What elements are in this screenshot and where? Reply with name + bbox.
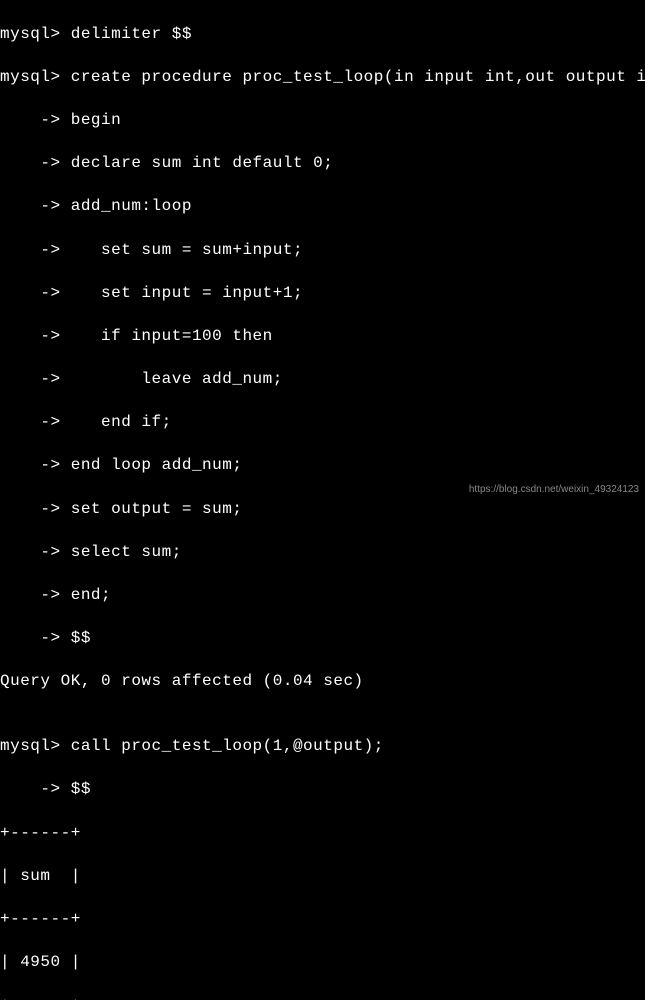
cmd-line: mysql> call proc_test_loop(1,@output); bbox=[0, 736, 645, 758]
result-line: Query OK, 0 rows affected (0.04 sec) bbox=[0, 671, 645, 693]
cmd-line: -> $$ bbox=[0, 628, 645, 650]
prompt-cont: -> bbox=[0, 241, 71, 259]
prompt-cont: -> bbox=[0, 370, 71, 388]
cmd-line: -> select sum; bbox=[0, 542, 645, 564]
cmd-text: set output = sum; bbox=[71, 500, 243, 518]
prompt-cont: -> bbox=[0, 586, 71, 604]
watermark-text: https://blog.csdn.net/weixin_49324123 bbox=[469, 483, 639, 497]
cmd-text: call proc_test_loop(1,@output); bbox=[71, 737, 384, 755]
cmd-text: set sum = sum+input; bbox=[71, 241, 303, 259]
cmd-text: create procedure proc_test_loop(in input… bbox=[71, 68, 645, 86]
cmd-text: declare sum int default 0; bbox=[71, 154, 334, 172]
cmd-line: -> end loop add_num; bbox=[0, 455, 645, 477]
prompt-cont: -> bbox=[0, 327, 71, 345]
table-border: +------+ bbox=[0, 995, 645, 1000]
table-border: +------+ bbox=[0, 823, 645, 845]
cmd-line: -> set sum = sum+input; bbox=[0, 240, 645, 262]
prompt: mysql> bbox=[0, 68, 71, 86]
prompt: mysql> bbox=[0, 737, 71, 755]
cmd-line: mysql> create procedure proc_test_loop(i… bbox=[0, 67, 645, 89]
table-header: | sum | bbox=[0, 866, 645, 888]
table-border: +------+ bbox=[0, 909, 645, 931]
table-row: | 4950 | bbox=[0, 952, 645, 974]
cmd-line: -> add_num:loop bbox=[0, 196, 645, 218]
cmd-line: -> begin bbox=[0, 110, 645, 132]
cmd-text: end loop add_num; bbox=[71, 456, 243, 474]
cmd-line: -> leave add_num; bbox=[0, 369, 645, 391]
cmd-line: -> declare sum int default 0; bbox=[0, 153, 645, 175]
cmd-text: end if; bbox=[71, 413, 172, 431]
cmd-text: leave add_num; bbox=[71, 370, 283, 388]
prompt-cont: -> bbox=[0, 456, 71, 474]
prompt-cont: -> bbox=[0, 500, 71, 518]
cmd-line: -> if input=100 then bbox=[0, 326, 645, 348]
prompt-cont: -> bbox=[0, 111, 71, 129]
terminal-output[interactable]: mysql> delimiter $$ mysql> create proced… bbox=[0, 2, 645, 1000]
prompt-cont: -> bbox=[0, 284, 71, 302]
cmd-line: -> end if; bbox=[0, 412, 645, 434]
prompt-cont: -> bbox=[0, 197, 71, 215]
cmd-text: end; bbox=[71, 586, 111, 604]
cmd-text: begin bbox=[71, 111, 122, 129]
cmd-text: if input=100 then bbox=[71, 327, 273, 345]
cmd-text: select sum; bbox=[71, 543, 182, 561]
cmd-text: $$ bbox=[71, 780, 91, 798]
cmd-line: -> $$ bbox=[0, 779, 645, 801]
cmd-line: mysql> delimiter $$ bbox=[0, 24, 645, 46]
prompt-cont: -> bbox=[0, 154, 71, 172]
prompt-cont: -> bbox=[0, 629, 71, 647]
cmd-text: delimiter $$ bbox=[71, 25, 192, 43]
cmd-text: set input = input+1; bbox=[71, 284, 303, 302]
cmd-line: -> set input = input+1; bbox=[0, 283, 645, 305]
prompt-cont: -> bbox=[0, 413, 71, 431]
cmd-line: -> set output = sum; bbox=[0, 499, 645, 521]
cmd-text: add_num:loop bbox=[71, 197, 192, 215]
prompt: mysql> bbox=[0, 25, 71, 43]
cmd-line: -> end; bbox=[0, 585, 645, 607]
prompt-cont: -> bbox=[0, 780, 71, 798]
prompt-cont: -> bbox=[0, 543, 71, 561]
cmd-text: $$ bbox=[71, 629, 91, 647]
